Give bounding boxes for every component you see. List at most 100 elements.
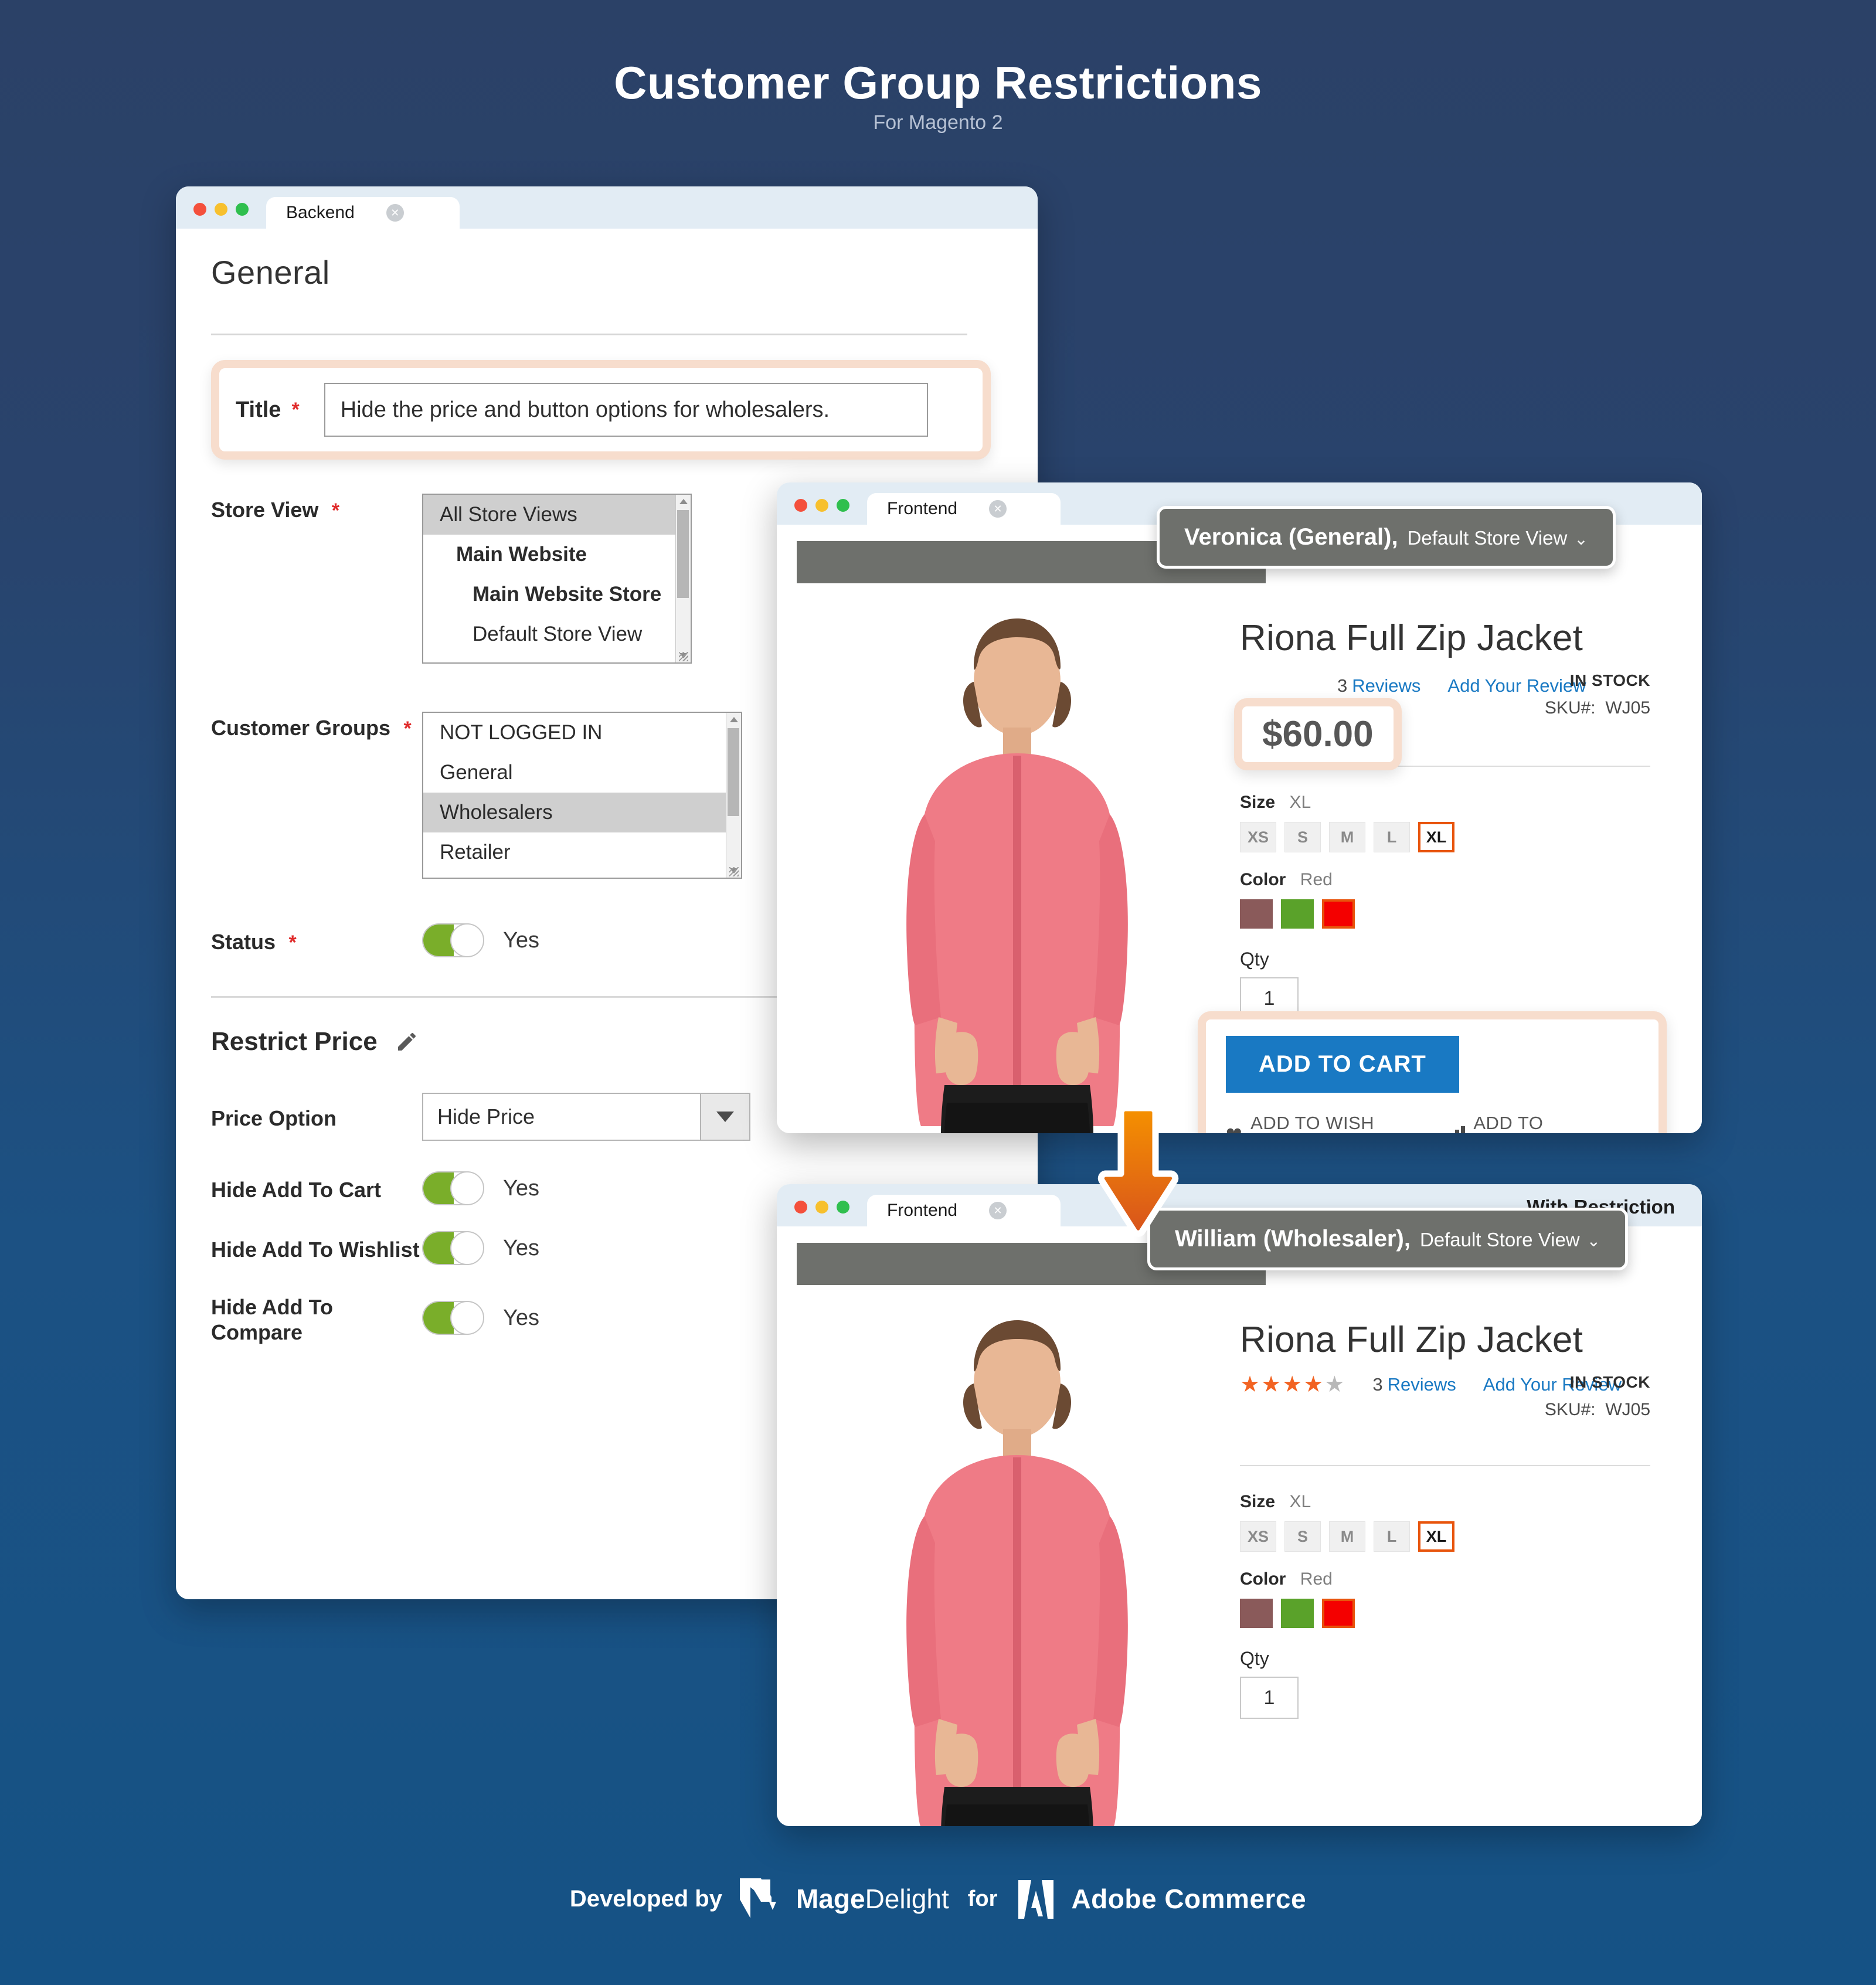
minimize-window-dot[interactable] (215, 203, 227, 216)
color-swatches (1240, 899, 1650, 929)
scrollbar[interactable] (726, 713, 741, 878)
reviews-link[interactable]: 3 Reviews (1337, 675, 1420, 696)
store-view-listbox[interactable]: All Store Views Main Website Main Websit… (422, 494, 692, 664)
list-item[interactable]: Wholesalers (423, 793, 741, 832)
color-swatch-green[interactable] (1281, 1599, 1314, 1628)
magedelight-logo-icon (739, 1878, 776, 1918)
title-input[interactable]: Hide the price and button options for wh… (324, 383, 928, 437)
list-item[interactable]: Default Store View (423, 614, 691, 654)
tab-frontend-label: Frontend (887, 499, 958, 518)
list-item[interactable]: General (423, 753, 741, 793)
close-window-dot[interactable] (193, 203, 206, 216)
add-to-cart-highlight: ADD TO CART ❤ ADD TO WISH LIST ADD TO CO… (1198, 1011, 1667, 1133)
maximize-window-dot[interactable] (837, 1201, 849, 1214)
scrollbar-thumb[interactable] (728, 728, 739, 816)
chevron-down-icon[interactable]: ⌄ (1574, 529, 1588, 549)
resize-handle[interactable] (729, 867, 739, 876)
reviews-count: 3 (1337, 675, 1348, 696)
product-image (835, 1314, 1199, 1826)
frontend-browser-window-wholesaler: Frontend ✕ With Restriction Riona Full Z… (777, 1184, 1702, 1826)
customer-context-pill[interactable]: William (Wholesaler), Default Store View… (1147, 1208, 1629, 1270)
size-swatch-s[interactable]: S (1284, 822, 1321, 852)
tab-frontend[interactable]: Frontend ✕ (867, 1195, 1061, 1226)
color-swatch-red[interactable] (1322, 1599, 1355, 1628)
size-swatch-l[interactable]: L (1374, 822, 1410, 852)
size-swatch-s[interactable]: S (1284, 1521, 1321, 1552)
magedelight-mage: Mage (796, 1884, 865, 1914)
close-window-dot[interactable] (794, 499, 807, 512)
size-swatch-m[interactable]: M (1329, 822, 1365, 852)
resize-handle[interactable] (679, 652, 688, 661)
scroll-up-icon[interactable] (679, 499, 688, 504)
minimize-window-dot[interactable] (815, 499, 828, 512)
hide-add-to-wishlist-toggle[interactable] (422, 1231, 484, 1265)
price-highlight: $60.00 (1234, 698, 1402, 770)
scrollbar-thumb[interactable] (677, 510, 689, 598)
list-item[interactable]: NOT LOGGED IN (423, 713, 741, 753)
chevron-down-icon[interactable] (700, 1094, 749, 1140)
sku-label: SKU#: (1544, 698, 1596, 718)
color-swatch-red[interactable] (1322, 899, 1355, 929)
close-window-dot[interactable] (794, 1201, 807, 1214)
size-swatch-l[interactable]: L (1374, 1521, 1410, 1552)
close-icon[interactable]: ✕ (989, 500, 1007, 518)
size-swatch-xl[interactable]: XL (1418, 1521, 1454, 1552)
required-asterisk: * (403, 718, 412, 740)
hide-add-to-compare-label: Hide Add To Compare (211, 1295, 333, 1345)
magedelight-delight: Delight (865, 1884, 949, 1914)
color-block: Color Red (1240, 870, 1650, 929)
add-to-compare-link[interactable]: ADD TO COMPARE (1449, 1113, 1639, 1133)
list-item[interactable]: Main Website Store (423, 575, 691, 614)
divider (211, 334, 967, 335)
scrollbar[interactable] (675, 495, 691, 662)
reviews-link[interactable]: 3 Reviews (1372, 1374, 1456, 1395)
reviews-count: 3 (1372, 1374, 1383, 1395)
list-item[interactable]: Main Website (423, 535, 691, 575)
sku-value: WJ05 (1605, 698, 1650, 718)
chevron-down-icon[interactable]: ⌄ (1587, 1231, 1600, 1250)
maximize-window-dot[interactable] (236, 203, 249, 216)
size-swatch-xs[interactable]: XS (1240, 1521, 1276, 1552)
tab-frontend[interactable]: Frontend ✕ (867, 493, 1061, 525)
customer-context-pill[interactable]: Veronica (General), Default Store View ⌄ (1157, 506, 1616, 569)
pencil-icon[interactable] (395, 1030, 419, 1053)
backend-section-title: General (211, 254, 330, 291)
qty-input[interactable]: 1 (1240, 1677, 1299, 1719)
color-header: Color Red (1240, 1569, 1650, 1589)
hide-add-to-cart-label-wrap: Hide Add To Cart (211, 1174, 422, 1202)
customer-name: William (Wholesaler), (1175, 1226, 1411, 1252)
customer-groups-listbox[interactable]: NOT LOGGED IN General Wholesalers Retail… (422, 712, 742, 879)
size-value: XL (1289, 1492, 1311, 1511)
minimize-window-dot[interactable] (815, 1201, 828, 1214)
product-name: Riona Full Zip Jacket (1240, 1320, 1583, 1360)
stock-column: IN STOCK SKU#: WJ05 (1545, 671, 1650, 718)
size-swatch-xl[interactable]: XL (1418, 822, 1454, 852)
color-swatches (1240, 1599, 1650, 1628)
color-label: Color (1240, 870, 1286, 889)
adobe-commerce-wordmark: Adobe Commerce (1071, 1884, 1307, 1914)
tab-backend[interactable]: Backend ✕ (266, 197, 460, 229)
status-toggle[interactable] (422, 923, 484, 957)
required-asterisk: * (288, 932, 297, 954)
hide-add-to-cart-toggle[interactable] (422, 1171, 484, 1205)
close-icon[interactable]: ✕ (386, 204, 404, 222)
add-to-wishlist-link[interactable]: ❤ ADD TO WISH LIST (1226, 1113, 1416, 1133)
customer-groups-label-wrap: Customer Groups * (211, 712, 422, 879)
store-view-label-wrap: Store View * (211, 494, 422, 664)
list-item[interactable]: Retailer (423, 832, 741, 872)
size-swatch-m[interactable]: M (1329, 1521, 1365, 1552)
sku-line: SKU#: WJ05 (1545, 698, 1650, 718)
size-swatch-xs[interactable]: XS (1240, 822, 1276, 852)
price-option-select[interactable]: Hide Price (422, 1093, 750, 1141)
scroll-up-icon[interactable] (730, 717, 738, 722)
close-icon[interactable]: ✕ (989, 1202, 1007, 1219)
color-swatch-brown[interactable] (1240, 1599, 1273, 1628)
color-swatch-green[interactable] (1281, 899, 1314, 929)
maximize-window-dot[interactable] (837, 499, 849, 512)
list-item[interactable]: All Store Views (423, 495, 691, 535)
sku-label: SKU#: (1544, 1400, 1596, 1419)
color-swatch-brown[interactable] (1240, 899, 1273, 929)
hide-add-to-compare-toggle[interactable] (422, 1301, 484, 1335)
add-to-cart-button[interactable]: ADD TO CART (1226, 1036, 1459, 1093)
hide-add-to-wishlist-label-wrap: Hide Add To Wishlist (211, 1233, 422, 1262)
